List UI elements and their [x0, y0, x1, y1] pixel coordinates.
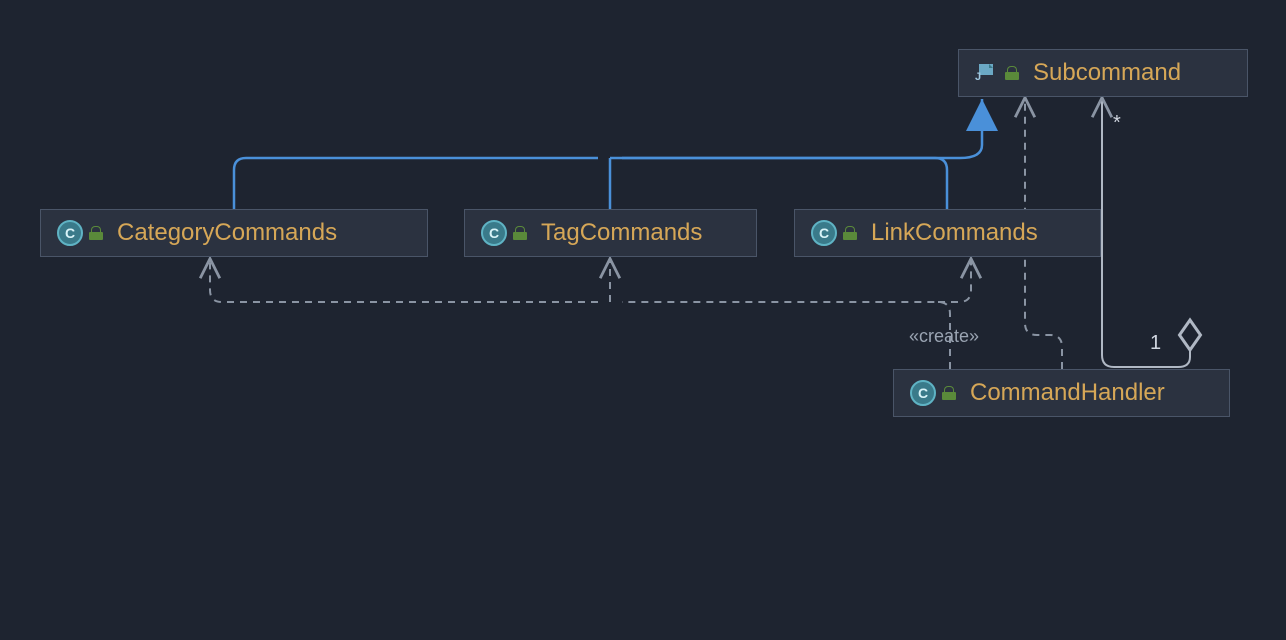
node-icons: C [811, 220, 857, 246]
node-command-handler[interactable]: C CommandHandler [893, 369, 1230, 417]
node-label: CategoryCommands [117, 219, 337, 247]
lock-icon [89, 226, 103, 240]
edge-handler-creates-category [210, 260, 598, 302]
node-label: TagCommands [541, 219, 702, 247]
edge-link-realizes-subcommand [622, 158, 947, 209]
class-icon: C [811, 220, 837, 246]
edge-category-realizes-subcommand [234, 158, 598, 209]
stereotype-create: «create» [909, 326, 979, 347]
node-category-commands[interactable]: C CategoryCommands [40, 209, 428, 257]
node-icons: J [975, 64, 1019, 82]
node-label: CommandHandler [970, 379, 1165, 407]
edge-handler-aggregates-subcommand [1102, 99, 1190, 367]
multiplicity-one: 1 [1150, 332, 1161, 355]
node-label: Subcommand [1033, 59, 1181, 87]
node-icons: C [910, 380, 956, 406]
java-file-icon: J [975, 64, 997, 82]
class-icon: C [57, 220, 83, 246]
node-link-commands[interactable]: C LinkCommands [794, 209, 1101, 257]
node-icons: C [57, 220, 103, 246]
edge-handler-creates-link [938, 260, 971, 302]
lock-icon [1005, 66, 1019, 80]
node-label: LinkCommands [871, 219, 1038, 247]
class-icon: C [481, 220, 507, 246]
node-icons: C [481, 220, 527, 246]
lock-icon [513, 226, 527, 240]
node-tag-commands[interactable]: C TagCommands [464, 209, 757, 257]
edge-bus-to-subcommand [610, 99, 982, 158]
edge-handler-create-bus-drop [622, 302, 950, 369]
lock-icon [843, 226, 857, 240]
class-icon: C [910, 380, 936, 406]
multiplicity-star: * [1113, 112, 1121, 135]
node-subcommand[interactable]: J Subcommand [958, 49, 1248, 97]
diagram-canvas: J Subcommand C CategoryCommands C TagCom… [0, 0, 1286, 640]
lock-icon [942, 386, 956, 400]
